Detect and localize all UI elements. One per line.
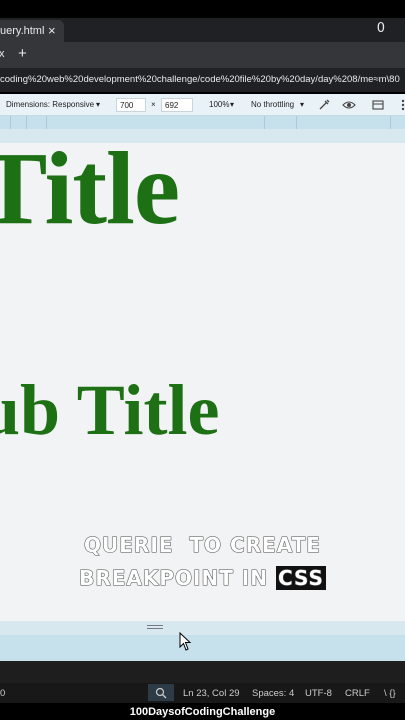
resize-grip-icon[interactable] bbox=[147, 625, 163, 629]
new-tab-button[interactable]: + bbox=[18, 45, 27, 62]
height-input[interactable]: 692 bbox=[161, 98, 193, 112]
cursor-position[interactable]: Ln 23, Col 29 bbox=[183, 688, 240, 699]
ruler-segment[interactable] bbox=[264, 116, 265, 129]
mouse-cursor-icon bbox=[179, 632, 192, 651]
window-control-icon[interactable]: 0 bbox=[377, 21, 385, 36]
device-layout-icon[interactable] bbox=[371, 98, 385, 112]
eyedropper-icon[interactable] bbox=[317, 98, 331, 112]
zoom-status[interactable] bbox=[148, 684, 174, 701]
viewport-resize-handle[interactable] bbox=[0, 621, 405, 635]
throttling-dropdown[interactable]: No throttling bbox=[251, 100, 294, 109]
encoding-status[interactable]: UTF-8 bbox=[305, 688, 332, 699]
close-icon[interactable]: x bbox=[0, 48, 5, 60]
ruler-segment[interactable] bbox=[296, 116, 297, 129]
eye-icon[interactable] bbox=[342, 98, 356, 112]
page-subtitle: ub Title bbox=[0, 370, 220, 450]
ruler-segment[interactable] bbox=[10, 116, 11, 129]
more-icon[interactable] bbox=[396, 98, 405, 112]
zoom-dropdown[interactable]: 100% bbox=[209, 100, 229, 109]
overlay-caption-prefix: BREAKPOINT IN bbox=[79, 566, 276, 591]
viewport-bottom-strip bbox=[0, 635, 405, 661]
media-query-ruler[interactable] bbox=[0, 116, 405, 129]
overlay-caption-line1: QUERIE TO CREATE bbox=[84, 533, 321, 558]
device-toolbar: Dimensions: Responsive ▾ 700 × 692 100% … bbox=[0, 94, 405, 116]
video-caption: 100DaysofCodingChallenge bbox=[0, 703, 405, 720]
language-status[interactable]: \ {} bbox=[384, 688, 396, 699]
page-title: Title bbox=[0, 143, 180, 246]
tab-bar: uery.html × 0 bbox=[0, 18, 405, 42]
ruler-segment[interactable] bbox=[46, 116, 47, 129]
overlay-caption-line2: BREAKPOINT IN CSS bbox=[0, 566, 405, 591]
status-left[interactable]: 0 bbox=[0, 688, 5, 699]
chevron-down-icon: ▾ bbox=[230, 100, 235, 109]
ruler-strip bbox=[0, 129, 405, 143]
eol-status[interactable]: CRLF bbox=[345, 688, 370, 699]
url-text: coding%20web%20development%20challenge/c… bbox=[0, 74, 400, 85]
ruler-segment[interactable] bbox=[390, 116, 391, 129]
page-viewport: Title ub Title QUERIE TO CREATE BREAKPOI… bbox=[0, 143, 405, 621]
ruler-segment[interactable] bbox=[26, 116, 27, 129]
tab-close-icon[interactable]: × bbox=[48, 23, 56, 38]
dimensions-dropdown[interactable]: Dimensions: Responsive bbox=[6, 100, 94, 109]
browser-tab[interactable]: uery.html × bbox=[0, 20, 64, 42]
indentation-status[interactable]: Spaces: 4 bbox=[252, 688, 294, 699]
dimension-separator: × bbox=[151, 100, 156, 109]
tab-title: uery.html bbox=[0, 25, 45, 37]
zoom-icon bbox=[155, 687, 167, 699]
tab-strip: x + bbox=[0, 42, 405, 68]
width-input[interactable]: 700 bbox=[116, 98, 146, 112]
top-black-bar bbox=[0, 0, 405, 18]
chevron-down-icon: ▾ bbox=[96, 100, 101, 109]
address-bar[interactable]: coding%20web%20development%20challenge/c… bbox=[0, 68, 405, 92]
editor-panel bbox=[0, 661, 405, 683]
chevron-down-icon: ▾ bbox=[300, 100, 305, 109]
overlay-caption-highlight: CSS bbox=[275, 566, 326, 591]
status-bar: 0 Ln 23, Col 29 Spaces: 4 UTF-8 CRLF \ {… bbox=[0, 683, 405, 703]
